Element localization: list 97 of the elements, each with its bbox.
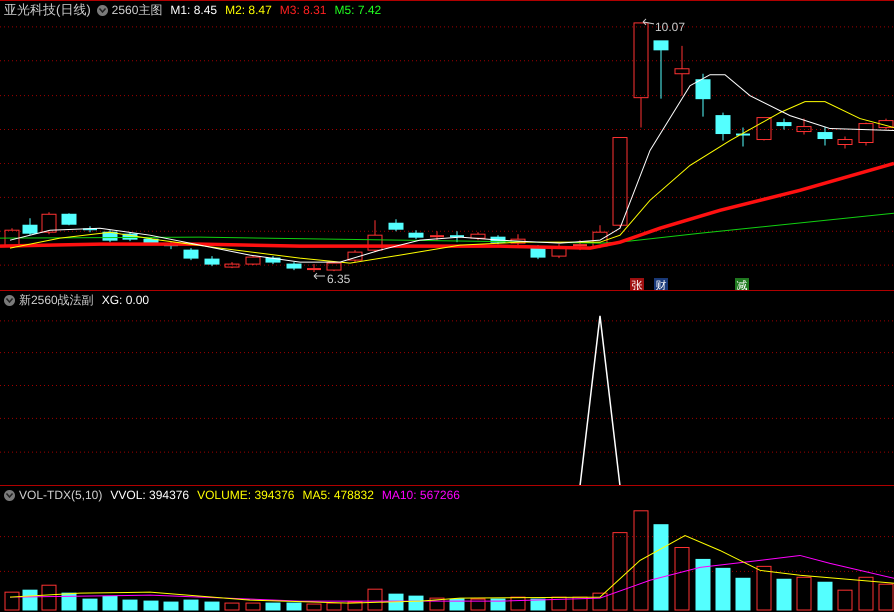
volume-bar [510,596,526,611]
dropdown-icon[interactable] [96,4,108,16]
volume-bar [144,600,158,611]
arrow-icon [314,272,326,280]
volume-bar [450,598,464,611]
volume-bar [164,602,178,611]
candlestick [796,118,812,136]
volume-bar [736,578,750,611]
indicator-name[interactable]: 新2560战法副 [19,292,94,308]
candlestick [102,230,118,243]
volume-bar [430,598,444,611]
volume-bar [530,598,546,611]
candlestick [286,262,302,271]
candlestick [716,112,730,142]
candlestick [326,260,342,272]
volume-bar [552,596,566,611]
candlestick [552,244,566,259]
volume-bar [62,592,76,611]
indicator-reading: VVOL: 394376 [110,488,190,502]
indicator-reading: M2: 8.47 [225,3,272,17]
volume-bar [756,566,772,611]
volume-bar [838,590,852,611]
indicator-reading: MA5: 478832 [302,488,374,502]
indicator-reading: VOLUME: 394376 [197,488,294,502]
volume-bar [184,600,198,611]
candlestick [674,45,690,96]
candlestick [83,226,97,233]
low-price-label: 6.35 [327,272,350,286]
candlestick [22,218,38,236]
volume-bar [818,582,832,611]
volume-bar [878,584,894,611]
indicator-name[interactable]: 2560主图 [112,2,162,18]
indicator-reading: MA10: 567266 [382,488,460,502]
volume-bar [490,598,506,611]
stock-title: 亚光科技(日线) [4,1,91,19]
candlestick [368,220,382,253]
candlestick [184,248,198,261]
volume-bar [572,596,588,611]
indicator-reading: M3: 8.31 [280,3,326,17]
candlestick [776,118,792,130]
volume-bar [796,576,812,611]
candlestick [756,117,772,142]
candlestick [204,256,220,267]
volume-bar [674,547,690,611]
dropdown-icon[interactable] [4,294,15,306]
candlestick [450,230,464,243]
indicator-reading: XG: 0.00 [102,293,150,307]
volume-bar [122,600,138,611]
candlestick [838,136,852,149]
candlestick [878,118,894,130]
candlestick [246,254,260,266]
candlestick [307,264,321,273]
volume-bar [716,568,730,611]
volume-bar [42,584,56,611]
dropdown-icon[interactable] [4,490,15,500]
candlestick [858,122,874,146]
candlestick [348,250,362,263]
candlestick [388,218,404,232]
candlestick [42,212,56,235]
candlestick [122,232,138,242]
volume-bar [4,592,20,611]
volume-bar [388,594,404,611]
volume-bar [348,602,362,611]
indicator-reading: M5: 7.42 [334,3,382,17]
candlestick [430,230,444,241]
high-price-label: 10.07 [655,20,685,34]
volume-bar [246,602,260,611]
volume-bar [102,596,118,611]
candlestick [818,126,832,146]
volume-bar [266,602,280,611]
volume-bar [326,602,342,611]
candlestick [266,256,280,265]
indicator-name[interactable]: VOL-TDX(5,10) [19,488,102,502]
candlestick [654,40,668,100]
volume-bar [592,592,608,611]
candlestick [592,224,608,249]
volume-bar [286,602,302,611]
arrow-icon [642,18,654,26]
candlestick [224,262,240,269]
volume-bar [470,598,486,611]
volume-bar [224,602,240,611]
candlestick [470,232,486,241]
candlestick [696,73,710,118]
volume-bar [776,578,792,611]
volume-bar [82,598,98,611]
candlestick [62,212,76,226]
volume-bar [204,602,220,611]
volume-bar [696,558,710,611]
volume-bar [368,588,382,611]
candlestick [408,230,424,240]
volume-bar [306,604,322,611]
volume-bar [408,596,424,611]
candlestick [736,127,750,147]
indicator-reading: M1: 8.45 [170,3,218,17]
volume-bar [22,590,38,611]
volume-bar [858,576,874,611]
candlestick [490,234,506,245]
